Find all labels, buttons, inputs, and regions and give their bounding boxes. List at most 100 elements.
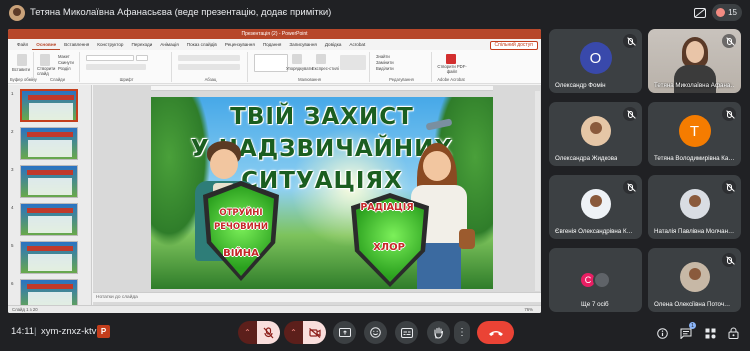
participant-name: Олександр Фомін [555, 82, 606, 89]
reset-button[interactable]: Скинути [58, 60, 74, 65]
mic-off-icon [623, 34, 637, 48]
mic-off-button[interactable] [257, 321, 280, 344]
section-button[interactable]: Розділ [58, 66, 71, 71]
font-size-select[interactable] [136, 55, 148, 61]
ppt-tab-review[interactable]: Рецензування [221, 39, 259, 50]
shapes-gallery[interactable] [254, 54, 288, 72]
arrange-button[interactable]: Упорядкувати [286, 66, 313, 71]
slide-title-line-1: ТВІЙ ЗАХИСТ [230, 104, 414, 130]
captions-icon [400, 327, 413, 338]
ppt-tab-file[interactable]: Файл [13, 39, 32, 50]
participant-tile[interactable]: Т Тетяна Володимирівна Ка… [648, 102, 741, 166]
ppt-tab-help[interactable]: Довідка [321, 39, 346, 50]
video-options-chevron-icon[interactable]: ⌃ [284, 321, 303, 344]
participants-count-button[interactable]: 15 [712, 4, 742, 21]
participant-tile[interactable]: Олександра Жидкова [549, 102, 642, 166]
ppt-tab-record[interactable]: Записування [285, 39, 320, 50]
participant-avatar-stack-icon [716, 8, 725, 17]
thumbnail-number: 6 [11, 281, 14, 286]
ribbon-group-label: Adobe Acrobat [437, 77, 465, 82]
camera-off-icon [308, 327, 321, 338]
participant-tile[interactable]: О Олександр Фомін [549, 29, 642, 93]
ppt-share-button[interactable]: Спільний доступ [489, 41, 538, 50]
font-name-select[interactable] [86, 55, 134, 61]
ppt-tab-view[interactable]: Подання [259, 39, 286, 50]
mic-off-icon [722, 253, 736, 267]
activities-icon[interactable] [702, 325, 718, 341]
zoom-level[interactable]: 76% [524, 306, 533, 313]
captions-off-icon[interactable] [692, 5, 708, 21]
slide-thumbnail[interactable] [20, 241, 78, 274]
ppt-tab-slideshow[interactable]: Показ слайдів [183, 39, 221, 50]
participant-tile[interactable]: Наталія Павлівна Молчан… [648, 175, 741, 239]
find-button[interactable]: Знайти [376, 54, 390, 59]
new-slide-icon[interactable] [40, 54, 50, 66]
slide-thumbnail[interactable] [20, 127, 78, 160]
vertical-scrollbar[interactable] [535, 91, 540, 291]
slide-thumbnail[interactable] [20, 203, 78, 236]
reactions-button[interactable] [364, 321, 387, 344]
current-slide[interactable]: ТВІЙ ЗАХИСТ У НАДЗВИЧАЙНИХ СИТУАЦІЯХ ОТР… [151, 97, 493, 289]
camera-off-button[interactable] [303, 321, 326, 344]
ppt-tab-insert[interactable]: Вставлення [60, 39, 93, 50]
paragraph-list-buttons[interactable] [178, 55, 240, 61]
ppt-tab-home[interactable]: Основне [32, 39, 61, 50]
replace-button[interactable]: Замінити [376, 60, 394, 65]
raise-hand-button[interactable] [427, 321, 450, 344]
mic-off-icon [263, 326, 274, 338]
hand-icon [434, 326, 444, 339]
quick-styles-icon[interactable] [316, 54, 326, 64]
more-participants-tile[interactable]: С Ще 7 осіб [549, 248, 642, 312]
host-controls-icon[interactable] [725, 325, 741, 341]
ribbon-group-paragraph: Абзац [174, 52, 248, 82]
shape-fill-outline-buttons[interactable] [340, 55, 366, 70]
thumbnail-number: 5 [11, 243, 14, 248]
participant-tile[interactable]: Олена Олексіївна Поточ… [648, 248, 741, 312]
ppt-window-title: Презентація (2) - PowerPoint [8, 29, 541, 39]
ppt-tab-design[interactable]: Конструктор [93, 39, 127, 50]
arrange-icon[interactable] [292, 54, 302, 64]
quick-styles-button[interactable]: Експрес-стилі [312, 66, 339, 71]
slide-thumbnail[interactable] [20, 165, 78, 198]
layout-button[interactable]: Макет [58, 54, 70, 59]
slide-notes[interactable]: Нотатки до слайда [93, 292, 541, 302]
create-pdf-icon[interactable] [446, 54, 456, 64]
slide-shield-label: РАДІАЦІЯ [360, 202, 414, 213]
ppt-ribbon-tabs: Файл Основне Вставлення Конструктор Пере… [8, 39, 541, 50]
select-button[interactable]: Виділити [376, 66, 394, 71]
top-bar: Тетяна Миколаївна Афанасьєва (веде презе… [0, 0, 750, 26]
thumbnail-number: 3 [11, 167, 14, 172]
participant-name: Олена Олексіївна Поточ… [654, 301, 731, 308]
more-options-icon[interactable]: ⋮ [454, 321, 470, 344]
slide-shield-label: РЕЧОВИНИ [214, 222, 268, 232]
slide-thumbnails-pane: 1 2 3 4 5 6 7 [8, 85, 92, 313]
thumbnail-number: 1 [11, 91, 14, 96]
ribbon-group-label: Редагування [389, 77, 414, 82]
leave-call-button[interactable] [477, 321, 514, 344]
ppt-ribbon: Вставити Буфер обміну Створити слайд Мак… [8, 50, 541, 84]
meeting-code: xym-znxz-ktv [41, 326, 97, 337]
font-format-buttons[interactable] [86, 64, 146, 70]
participant-tile[interactable]: Євгенія Олександрівна К… [549, 175, 642, 239]
meeting-details-icon[interactable] [654, 325, 670, 341]
ribbon-group-label: Буфер обміну [10, 77, 37, 82]
powerpoint-app-icon[interactable]: P [97, 325, 110, 338]
participants-count: 15 [728, 8, 737, 17]
slide-thumbnail[interactable] [20, 89, 78, 122]
paste-icon[interactable] [17, 54, 27, 66]
new-slide-label: Створити слайд [37, 66, 56, 76]
thumbnail-number: 4 [11, 205, 14, 210]
captions-button[interactable] [395, 321, 418, 344]
slide-shield-label: ХЛОР [373, 242, 405, 253]
ribbon-group-clipboard: Вставити Буфер обміну [10, 52, 37, 82]
ppt-tab-animations[interactable]: Анімація [156, 39, 182, 50]
present-now-button[interactable] [333, 321, 356, 344]
audio-options-chevron-icon[interactable]: ⌃ [238, 321, 257, 344]
mic-off-icon [722, 34, 736, 48]
participant-tile[interactable]: Тетяна Миколаївна Афана… [648, 29, 741, 93]
paragraph-align-buttons[interactable] [178, 64, 240, 70]
ppt-tab-acrobat[interactable]: Acrobat [345, 39, 369, 50]
ppt-status-bar: Слайд 1 з 20 76% [8, 305, 541, 313]
ribbon-group-acrobat: Створити PDF-файл Adobe Acrobat [434, 52, 468, 82]
ppt-tab-transitions[interactable]: Переходи [127, 39, 156, 50]
